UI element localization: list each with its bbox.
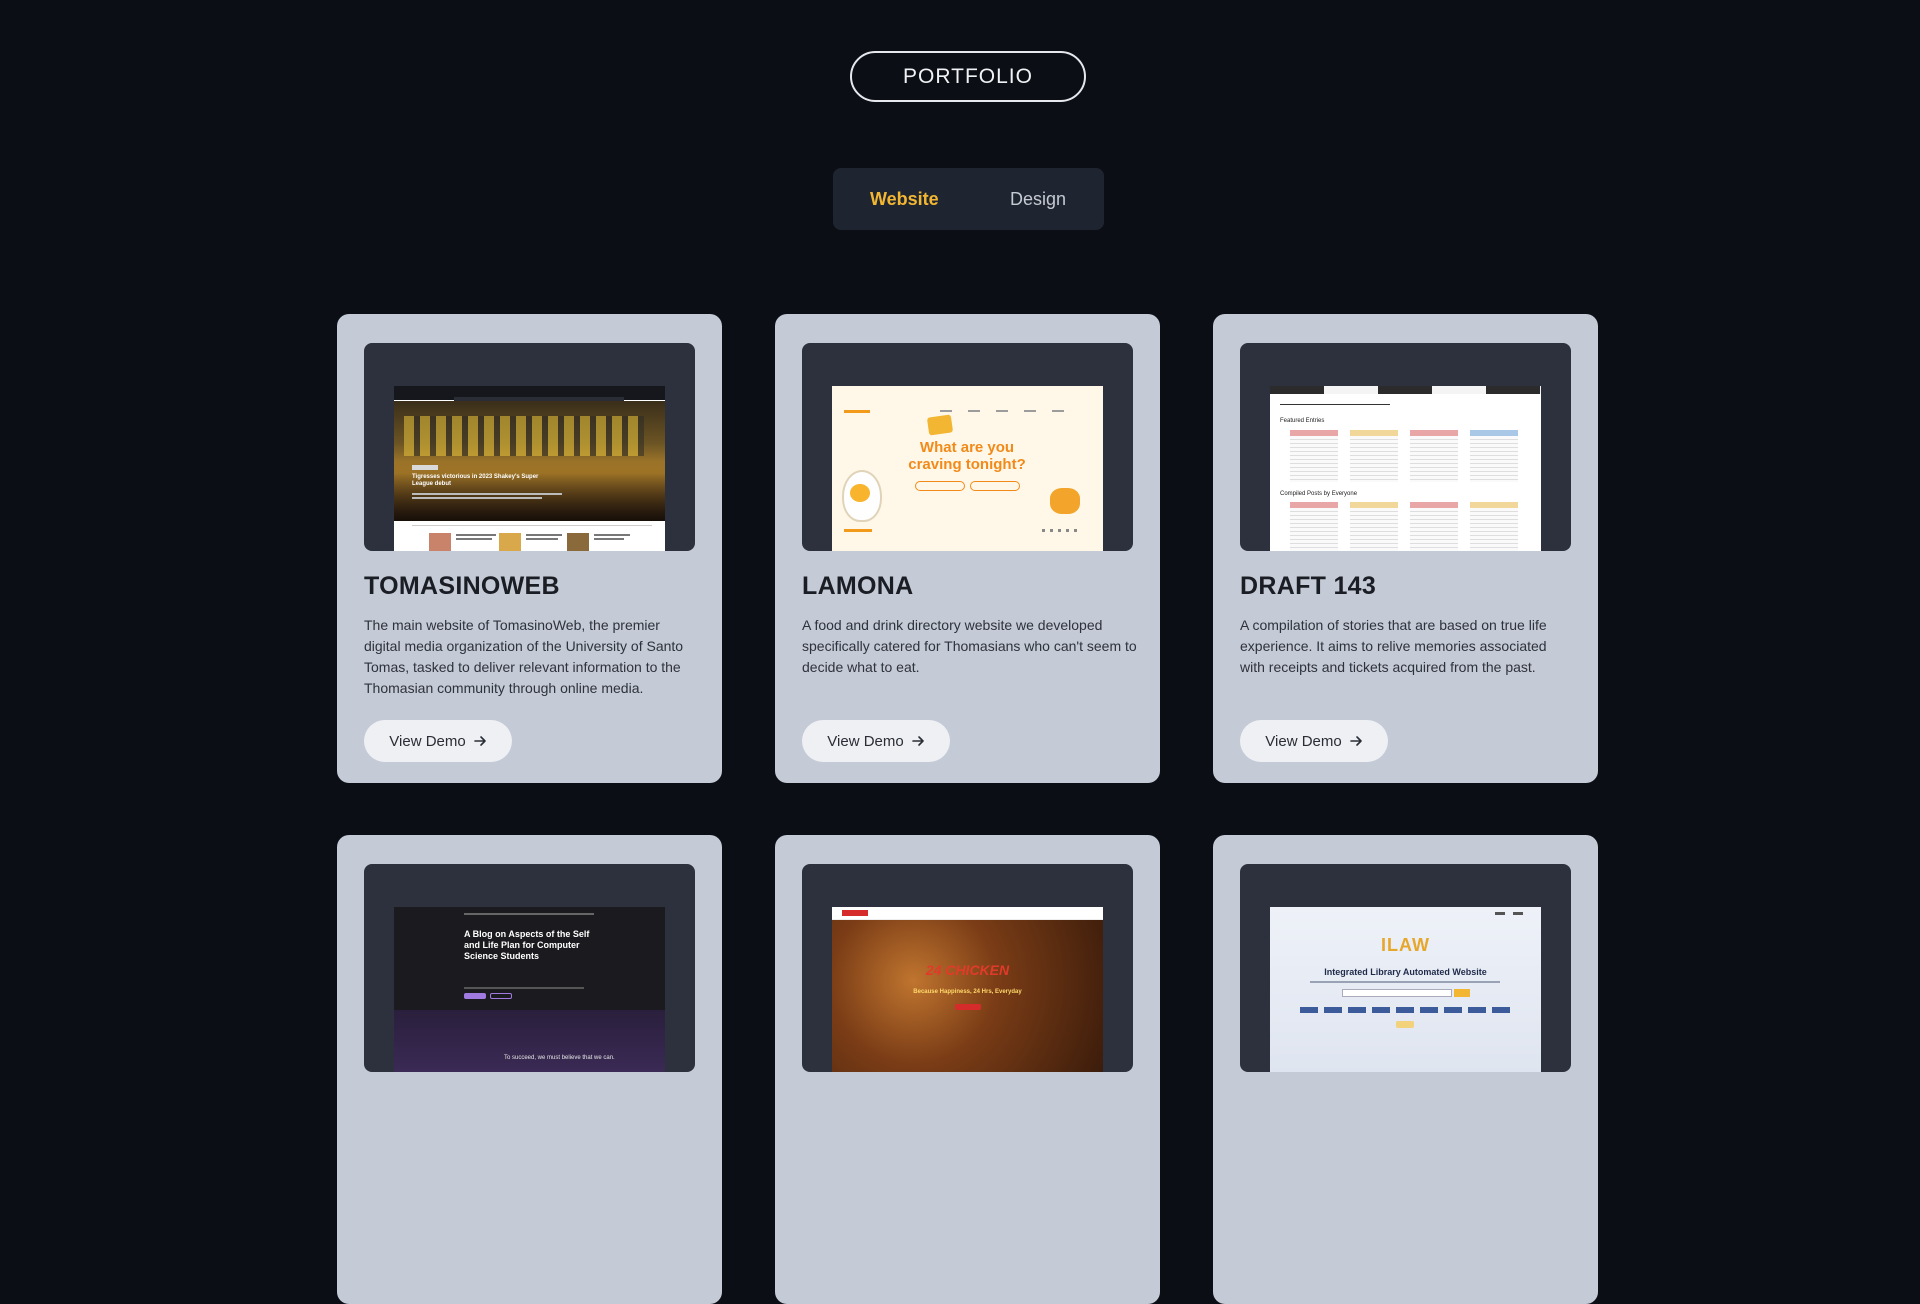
project-card-24chicken: 24 CHICKEN Because Happiness, 24 Hrs, Ev… [775,835,1160,1304]
tab-website[interactable]: Website [870,189,939,210]
project-preview-frame: ILAW Integrated Library Automated Websit… [1240,864,1571,1072]
arrow-right-icon [1349,736,1362,746]
project-card-draft143: Featured Entries Compiled Posts by Every… [1213,314,1598,783]
view-demo-button[interactable]: View Demo [364,720,512,762]
view-demo-button[interactable]: View Demo [802,720,950,762]
view-demo-label: View Demo [1265,732,1342,750]
arrow-right-icon [911,736,924,746]
preview-subtitle: Because Happiness, 24 Hrs, Everyday [913,989,1022,995]
preview-headline: Integrated Library Automated Website [1324,967,1487,977]
view-demo-button[interactable]: View Demo [1240,720,1388,762]
preview-headline: What are you craving tonight? [908,439,1026,473]
project-title: DRAFT 143 [1240,572,1377,600]
project-title: LAMONA [802,572,914,600]
project-title: TOMASINOWEB [364,572,560,600]
project-preview-screenshot: Tigresses victorious in 2023 Shakey's Su… [394,386,665,551]
preview-section-compiled: Compiled Posts by Everyone [1280,491,1358,497]
project-card-tomasinoweb: Tigresses victorious in 2023 Shakey's Su… [337,314,722,783]
preview-section-featured: Featured Entries [1280,418,1325,424]
preview-headline: 24 CHICKEN [925,962,1010,978]
preview-headline: A Blog on Aspects of the Self and Life P… [464,929,590,961]
project-card-lamona: What are you craving tonight? LAMONA A f… [775,314,1160,783]
portfolio-badge: PORTFOLIO [850,51,1086,102]
arrow-right-icon [473,736,486,746]
project-description: A food and drink directory website we de… [802,617,1137,675]
preview-headline: Tigresses victorious in 2023 Shakey's Su… [412,474,539,487]
view-demo-label: View Demo [827,732,904,750]
project-preview-frame: Tigresses victorious in 2023 Shakey's Su… [364,343,695,551]
project-preview-screenshot: ILAW Integrated Library Automated Websit… [1270,907,1541,1072]
tab-design[interactable]: Design [1010,189,1066,210]
project-description: The main website of TomasinoWeb, the pre… [364,617,684,696]
preview-footer: To succeed, we must believe that we can. [504,1055,615,1061]
portfolio-tabs: Website Design [833,168,1104,230]
project-description: A compilation of stories that are based … [1240,617,1547,675]
project-card-blog: A Blog on Aspects of the Self and Life P… [337,835,722,1304]
project-card-ilaw: ILAW Integrated Library Automated Websit… [1213,835,1598,1304]
project-preview-frame: 24 CHICKEN Because Happiness, 24 Hrs, Ev… [802,864,1133,1072]
project-preview-screenshot: What are you craving tonight? [832,386,1103,551]
project-preview-frame: What are you craving tonight? [802,343,1133,551]
project-preview-screenshot: Featured Entries Compiled Posts by Every… [1270,386,1541,551]
view-demo-label: View Demo [389,732,466,750]
project-preview-frame: A Blog on Aspects of the Self and Life P… [364,864,695,1072]
preview-logo: ILAW [1381,935,1430,955]
project-preview-frame: Featured Entries Compiled Posts by Every… [1240,343,1571,551]
project-preview-screenshot: A Blog on Aspects of the Self and Life P… [394,907,665,1072]
project-preview-screenshot: 24 CHICKEN Because Happiness, 24 Hrs, Ev… [832,907,1103,1072]
